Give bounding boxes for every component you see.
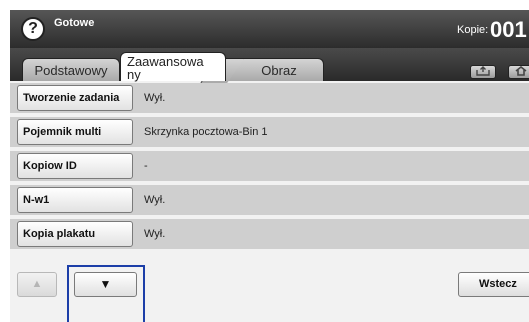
setting-row: Kopiow ID - xyxy=(10,149,529,183)
multi-bin-button[interactable]: Pojemnik multi xyxy=(17,119,133,145)
status-bar: ? Gotowe Kopie: 001 xyxy=(10,10,529,48)
tray-glyph xyxy=(476,66,490,76)
id-copy-button[interactable]: Kopiow ID xyxy=(17,153,133,179)
tab-advanced-label-line1: Zaawansowa xyxy=(127,54,204,69)
down-arrow-icon: ▼ xyxy=(99,277,112,291)
tab-bar: Podstawowy Obraz Zaawansowa ny xyxy=(10,48,529,81)
tab-image[interactable]: Obraz xyxy=(222,58,324,81)
setting-row: N-w1 Wył. xyxy=(10,183,529,217)
scroll-up-button: ▲ xyxy=(17,272,57,297)
setting-value: Wył. xyxy=(144,228,166,240)
save-icon[interactable] xyxy=(470,65,496,79)
house-glyph xyxy=(515,65,527,76)
tab-basic[interactable]: Podstawowy xyxy=(22,58,120,81)
scroll-down-button[interactable]: ▼ xyxy=(74,272,137,297)
settings-list: Tworzenie zadania Wył. Pojemnik multi Sk… xyxy=(10,81,529,251)
poster-copy-button[interactable]: Kopia plakatu xyxy=(17,221,133,247)
back-button[interactable]: Wstecz xyxy=(458,272,529,297)
setting-row: Tworzenie zadania Wył. xyxy=(10,81,529,115)
status-text: Gotowe xyxy=(54,17,95,29)
home-icon[interactable] xyxy=(508,65,529,79)
setting-row: Pojemnik multi Skrzynka pocztowa-Bin 1 xyxy=(10,115,529,149)
tab-advanced-label-line2: ny xyxy=(127,67,141,82)
up-arrow-icon: ▲ xyxy=(31,278,43,290)
copies-count: 001 xyxy=(490,17,527,42)
help-icon[interactable]: ? xyxy=(21,17,45,41)
job-build-button[interactable]: Tworzenie zadania xyxy=(17,85,133,111)
setting-row: Kopia plakatu Wył. xyxy=(10,217,529,251)
tab-advanced[interactable]: Zaawansowa ny xyxy=(120,52,226,81)
setting-value: - xyxy=(144,160,148,172)
setting-value: Wył. xyxy=(144,92,166,104)
tab-image-label: Obraz xyxy=(261,63,297,78)
copies-label: Kopie: xyxy=(457,24,489,36)
setting-value: Skrzynka pocztowa-Bin 1 xyxy=(144,126,268,138)
setting-value: Wył. xyxy=(144,194,166,206)
device-screen: ? Gotowe Kopie: 001 Podstawowy Obraz Zaa… xyxy=(10,10,529,322)
n-up-button[interactable]: N-w1 xyxy=(17,187,133,213)
